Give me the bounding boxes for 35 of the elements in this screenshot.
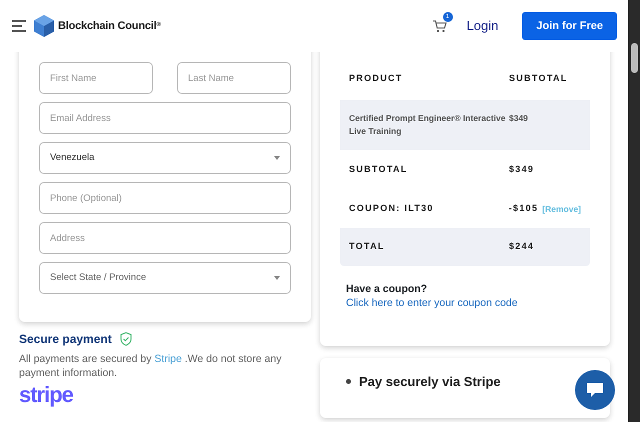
- caret-down-icon: [274, 156, 280, 160]
- stripe-logo: stripe: [19, 384, 74, 406]
- column-header: SUBTOTAL: [509, 72, 568, 86]
- cart-icon[interactable]: [432, 19, 447, 33]
- product-name: Certified Prompt Engineer® Interactive Live Training: [349, 112, 506, 138]
- input-field[interactable]: Email Address: [39, 102, 291, 134]
- chat-bubble-icon: [586, 382, 604, 398]
- brand-name[interactable]: Blockchain Council$^{®}$: [58, 18, 161, 34]
- coupon-label: COUPON: ILT30: [349, 202, 435, 216]
- login-link[interactable]: Login: [466, 16, 498, 36]
- dropdown-field[interactable]: Select State / Province: [39, 262, 291, 294]
- menu-icon[interactable]: [12, 20, 26, 32]
- coupon-link[interactable]: Click here to enter your coupon code: [346, 296, 518, 310]
- radio-dot-icon[interactable]: [346, 379, 351, 384]
- input-field[interactable]: Phone (Optional): [39, 182, 291, 214]
- product-price: $349: [509, 112, 528, 125]
- total-value: $244: [509, 240, 534, 254]
- total-label: TOTAL: [349, 240, 386, 254]
- scrollbar[interactable]: [628, 0, 640, 422]
- input-field[interactable]: Address: [39, 222, 291, 254]
- caret-down-icon: [274, 276, 280, 280]
- subtotal-label: SUBTOTAL: [349, 163, 409, 176]
- coupon-prompt: Have a coupon? Click here to enter your coupon code: [345, 282, 519, 310]
- shield-check-icon: [120, 332, 132, 346]
- discount-value: -$105: [508, 202, 538, 216]
- column-header: PRODUCT: [349, 72, 404, 86]
- payment-method-title: Pay securely via Stripe: [359, 373, 501, 391]
- input-field[interactable]: First Name: [39, 62, 153, 94]
- cube-logo-icon: [34, 15, 54, 37]
- join-button[interactable]: Join for Free: [522, 12, 617, 40]
- secure-payment-heading: Secure payment: [19, 331, 112, 348]
- secure-payment-text: All payments are secured by Stripe .We do not store any payment information.: [19, 352, 282, 380]
- dropdown-field[interactable]: Venezuela: [39, 142, 291, 174]
- subtotal-value: $349: [509, 163, 534, 176]
- input-field[interactable]: Last Name: [177, 62, 291, 94]
